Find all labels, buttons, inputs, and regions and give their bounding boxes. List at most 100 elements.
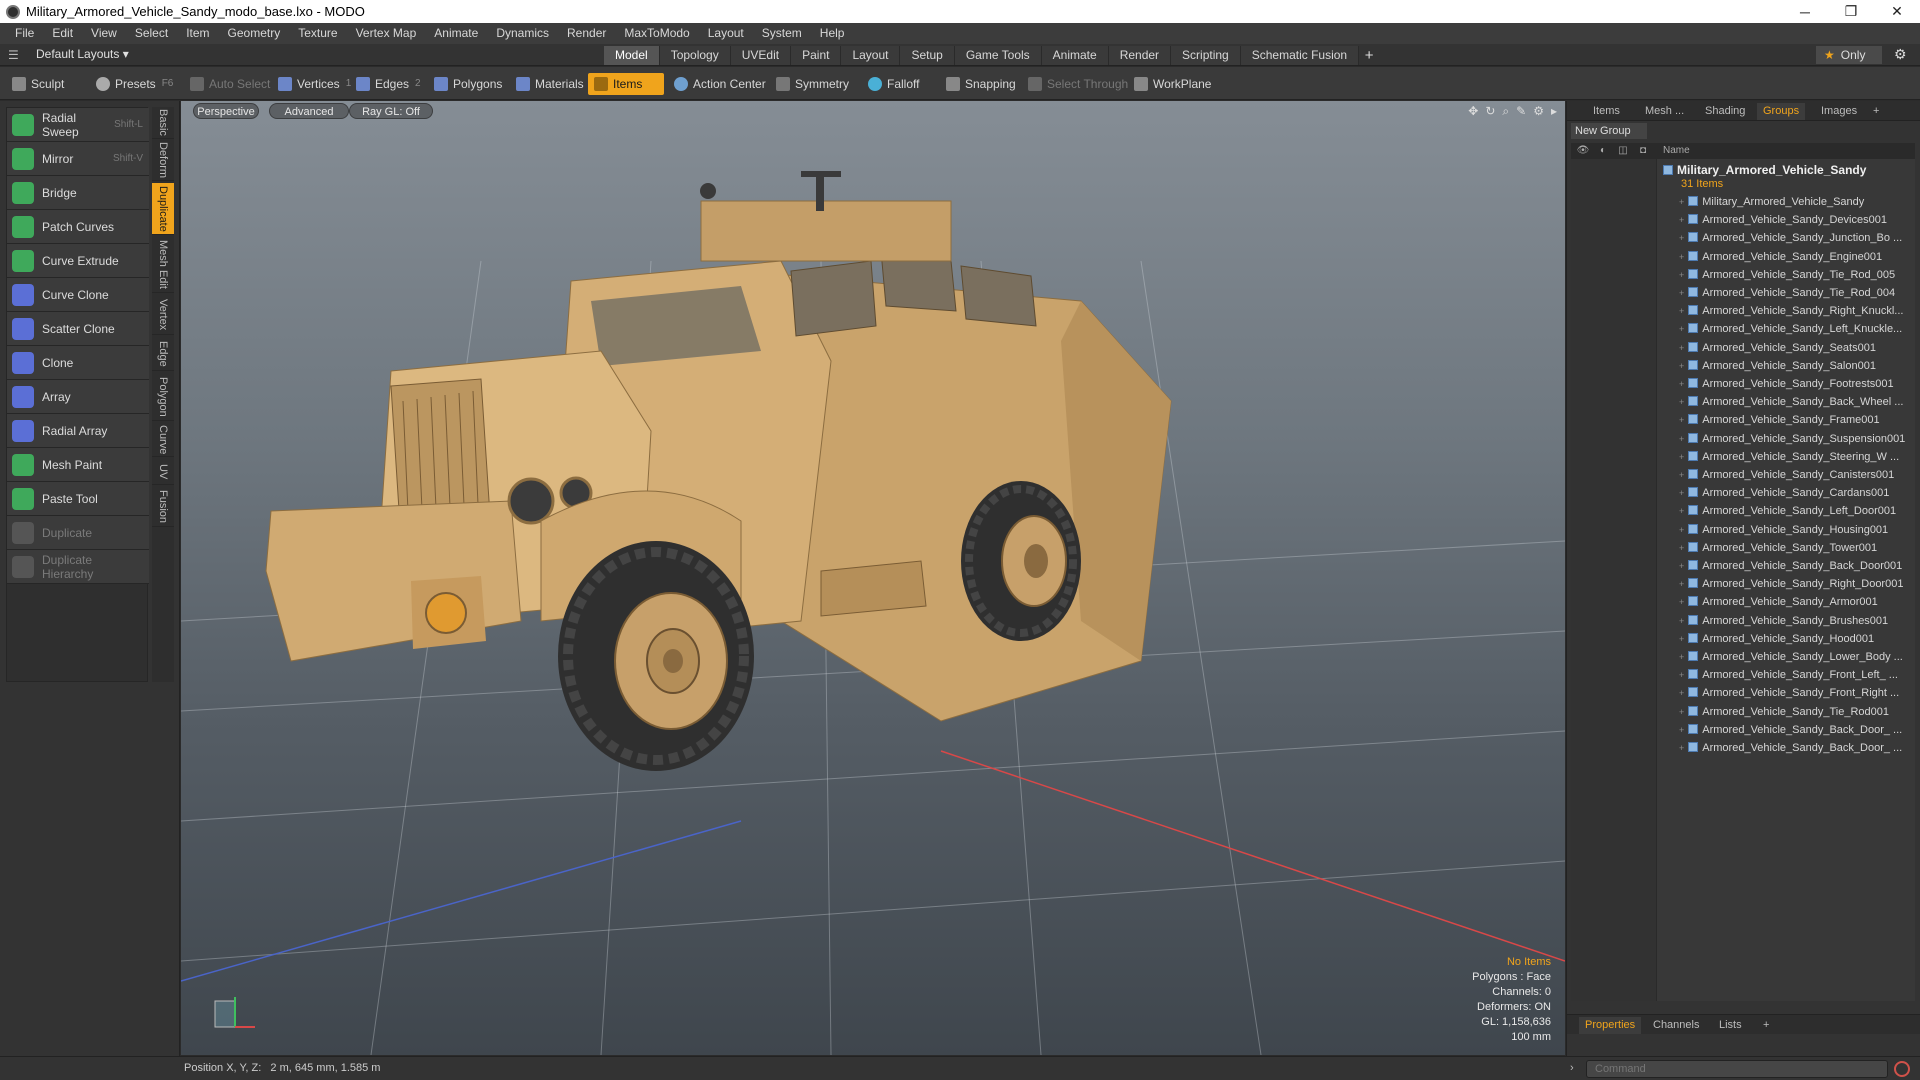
expand-icon[interactable]: + xyxy=(1679,670,1684,680)
expand-icon[interactable]: + xyxy=(1679,470,1684,480)
tab-layout[interactable]: Layout xyxy=(841,46,901,65)
group-item-row[interactable]: + Military_Armored_Vehicle_Sandy xyxy=(1571,193,1915,211)
tool-scatter-clone[interactable]: Scatter Clone xyxy=(7,312,149,346)
group-item-row[interactable]: + Armored_Vehicle_Sandy_Armor001 xyxy=(1571,593,1915,611)
group-item-row[interactable]: + Armored_Vehicle_Sandy_Salon001 xyxy=(1571,357,1915,375)
menu-item[interactable]: Item xyxy=(177,23,218,44)
menu-vertex-map[interactable]: Vertex Map xyxy=(347,23,426,44)
workplane-button[interactable]: WorkPlane xyxy=(1128,73,1217,95)
expand-icon[interactable]: + xyxy=(1679,543,1684,553)
group-item-row[interactable]: + Armored_Vehicle_Sandy_Front_Left_ ... xyxy=(1571,666,1915,684)
expand-icon[interactable]: + xyxy=(1679,270,1684,280)
tool-duplicate[interactable]: Duplicate xyxy=(7,516,149,550)
only-toggle-button[interactable]: ★ Only xyxy=(1816,46,1882,64)
expand-icon[interactable]: + xyxy=(1679,379,1684,389)
vtab-duplicate[interactable]: Duplicate xyxy=(152,183,174,235)
expand-icon[interactable]: + xyxy=(1679,579,1684,589)
group-item-row[interactable]: + Armored_Vehicle_Sandy_Back_Door_ ... xyxy=(1571,721,1915,739)
vtab-fusion[interactable]: Fusion xyxy=(152,487,174,527)
group-item-row[interactable]: + Armored_Vehicle_Sandy_Hood001 xyxy=(1571,630,1915,648)
command-input[interactable] xyxy=(1586,1060,1888,1078)
tool-clone[interactable]: Clone xyxy=(7,346,149,380)
command-history-button[interactable] xyxy=(1894,1061,1910,1077)
group-item-row[interactable]: + Armored_Vehicle_Sandy_Left_Knuckle... xyxy=(1571,320,1915,338)
layout-dropdown[interactable]: Default Layouts ▾ xyxy=(36,47,129,61)
tab-scripting[interactable]: Scripting xyxy=(1171,46,1241,65)
gear-icon[interactable]: ⚙ xyxy=(1533,104,1544,119)
tab-lists[interactable]: Lists xyxy=(1713,1017,1748,1034)
group-item-row[interactable]: + Armored_Vehicle_Sandy_Housing001 xyxy=(1571,521,1915,539)
group-item-row[interactable]: + Armored_Vehicle_Sandy_Tie_Rod001 xyxy=(1571,703,1915,721)
menu-select[interactable]: Select xyxy=(126,23,177,44)
group-item-row[interactable]: + Armored_Vehicle_Sandy_Cardans001 xyxy=(1571,484,1915,502)
zoom-icon[interactable]: ⌕ xyxy=(1502,104,1509,119)
tool-mesh-paint[interactable]: Mesh Paint xyxy=(7,448,149,482)
menu-file[interactable]: File xyxy=(6,23,43,44)
group-item-row[interactable]: + Armored_Vehicle_Sandy_Seats001 xyxy=(1571,339,1915,357)
new-group-button[interactable]: New Group xyxy=(1571,123,1647,139)
expand-icon[interactable]: + xyxy=(1679,288,1684,298)
lock-column-icon[interactable]: ◫ xyxy=(1615,143,1631,159)
expand-icon[interactable]: + xyxy=(1679,415,1684,425)
group-item-row[interactable]: + Armored_Vehicle_Sandy_Lower_Body ... xyxy=(1571,648,1915,666)
tab-animate[interactable]: Animate xyxy=(1041,46,1109,65)
vtab-mesh-edit[interactable]: Mesh Edit xyxy=(152,237,174,293)
add-props-tab-button[interactable]: + xyxy=(1757,1017,1775,1034)
expand-icon[interactable]: + xyxy=(1679,652,1684,662)
tool-bridge[interactable]: Bridge xyxy=(7,176,149,210)
expand-icon[interactable]: + xyxy=(1679,452,1684,462)
items-button[interactable]: Items xyxy=(588,73,664,95)
tool-curve-extrude[interactable]: Curve Extrude xyxy=(7,244,149,278)
tab-model[interactable]: Model xyxy=(604,46,660,65)
polygons-button[interactable]: Polygons xyxy=(428,73,508,95)
tab-schematic-fusion[interactable]: Schematic Fusion xyxy=(1240,46,1360,65)
tab-groups[interactable]: Groups xyxy=(1757,103,1806,120)
tool-radial-array[interactable]: Radial Array xyxy=(7,414,149,448)
view-mode-dropdown[interactable]: Perspective xyxy=(193,103,259,119)
vtab-uv[interactable]: UV xyxy=(152,459,174,485)
menu-layout[interactable]: Layout xyxy=(699,23,753,44)
group-item-row[interactable]: + Armored_Vehicle_Sandy_Footrests001 xyxy=(1571,375,1915,393)
vtab-vertex[interactable]: Vertex xyxy=(152,295,174,335)
menu-system[interactable]: System xyxy=(753,23,811,44)
group-item-row[interactable]: + Armored_Vehicle_Sandy_Tie_Rod_005 xyxy=(1571,266,1915,284)
tool-paste-tool[interactable]: Paste Tool xyxy=(7,482,149,516)
group-item-row[interactable]: + Armored_Vehicle_Sandy_Right_Door001 xyxy=(1571,575,1915,593)
falloff-button[interactable]: Falloff xyxy=(862,73,925,95)
menu-help[interactable]: Help xyxy=(811,23,854,44)
tab-paint[interactable]: Paint xyxy=(791,46,842,65)
add-tab-button[interactable]: + xyxy=(1867,103,1885,120)
tab-shading[interactable]: Shading xyxy=(1699,103,1751,120)
group-item-row[interactable]: + Armored_Vehicle_Sandy_Engine001 xyxy=(1571,248,1915,266)
tool-duplicate-hierarchy[interactable]: Duplicate Hierarchy xyxy=(7,550,149,584)
tool-curve-clone[interactable]: Curve Clone xyxy=(7,278,149,312)
tool-array[interactable]: Array xyxy=(7,380,149,414)
expand-icon[interactable]: + xyxy=(1679,688,1684,698)
menu-edit[interactable]: Edit xyxy=(43,23,82,44)
expand-icon[interactable]: + xyxy=(1679,252,1684,262)
materials-button[interactable]: Materials xyxy=(510,73,590,95)
expand-icon[interactable]: + xyxy=(1679,561,1684,571)
menu-dynamics[interactable]: Dynamics xyxy=(487,23,558,44)
action-center-button[interactable]: Action Center xyxy=(668,73,772,95)
3d-viewport[interactable]: Perspective Advanced Ray GL: Off ✥ ↻ ⌕ ✎… xyxy=(181,101,1565,1055)
add-tab-button[interactable]: + xyxy=(1359,46,1379,65)
menu-texture[interactable]: Texture xyxy=(289,23,346,44)
tool-radial-sweep[interactable]: Radial Sweep Shift-L xyxy=(7,108,149,142)
gear-icon[interactable]: ⚙ xyxy=(1894,46,1907,63)
expand-icon[interactable]: + xyxy=(1679,324,1684,334)
tab-topology[interactable]: Topology xyxy=(659,46,731,65)
expand-icon[interactable]: + xyxy=(1679,707,1684,717)
group-item-row[interactable]: + Armored_Vehicle_Sandy_Brushes001 xyxy=(1571,612,1915,630)
play-icon[interactable]: ▸ xyxy=(1551,104,1557,119)
tab-mesh[interactable]: Mesh ... xyxy=(1639,103,1690,120)
expand-icon[interactable]: + xyxy=(1679,634,1684,644)
vtab-curve[interactable]: Curve xyxy=(152,423,174,457)
group-item-row[interactable]: + Armored_Vehicle_Sandy_Back_Wheel ... xyxy=(1571,393,1915,411)
tab-properties[interactable]: Properties xyxy=(1579,1017,1642,1034)
vtab-basic[interactable]: Basic xyxy=(152,107,174,139)
expand-icon[interactable]: + xyxy=(1679,197,1684,207)
layout-menu-icon[interactable]: ☰ xyxy=(8,48,19,62)
tab-uvedit[interactable]: UVEdit xyxy=(730,46,792,65)
group-item-row[interactable]: + Armored_Vehicle_Sandy_Front_Right ... xyxy=(1571,684,1915,702)
